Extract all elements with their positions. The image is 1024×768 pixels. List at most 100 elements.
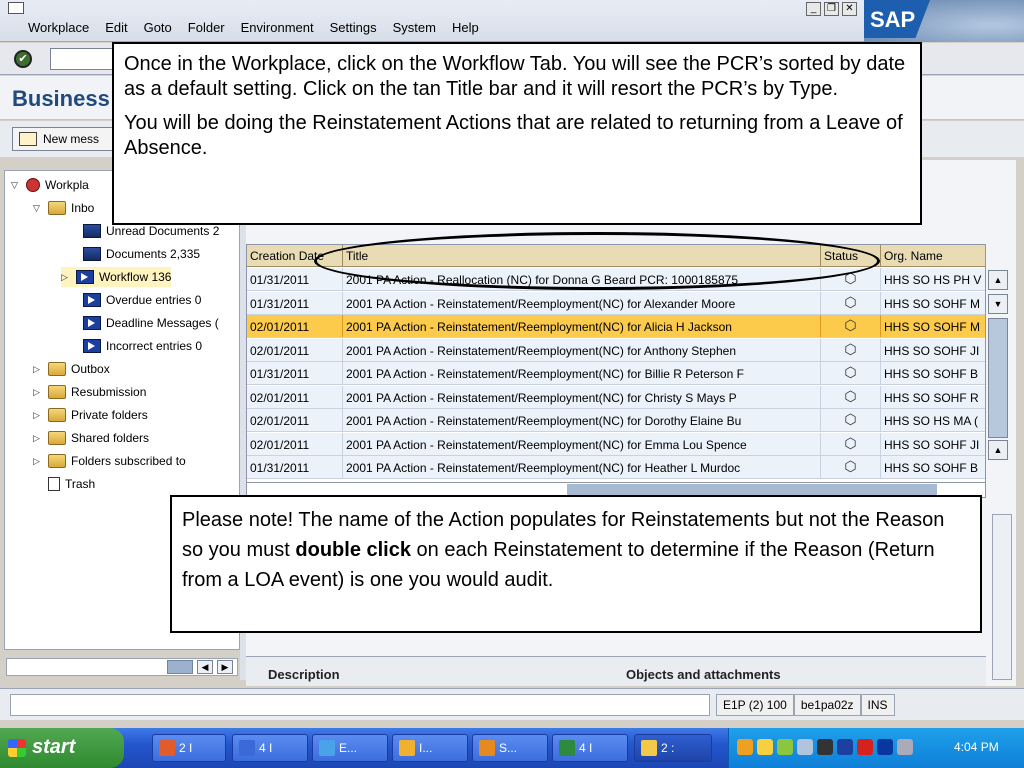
- menu-workplace[interactable]: Workplace: [28, 20, 89, 35]
- detail-vertical-scrollbar[interactable]: [992, 514, 1012, 680]
- table-row[interactable]: 02/01/2011 2001 PA Action - Reinstatement…: [247, 315, 985, 338]
- column-creation-date[interactable]: Creation Date: [247, 245, 343, 266]
- table-row[interactable]: 01/31/2011 2001 PA Action - Reallocation …: [247, 268, 985, 291]
- scroll-right-icon[interactable]: ▶: [217, 660, 233, 674]
- task-button-explorer[interactable]: 2 :: [634, 734, 712, 762]
- start-button[interactable]: start: [0, 728, 124, 768]
- cell-creation-date[interactable]: 02/01/2011: [247, 385, 343, 408]
- cell-creation-date[interactable]: 01/31/2011: [247, 291, 343, 314]
- cell-org-name[interactable]: HHS SO SOHF M: [881, 292, 985, 314]
- restore-icon[interactable]: ❐: [824, 2, 839, 16]
- cell-title[interactable]: 2001 PA Action - Reallocation (NC) for D…: [343, 268, 821, 290]
- tree-item[interactable]: ▷ Outbox: [33, 359, 110, 379]
- table-row[interactable]: 02/01/2011 2001 PA Action - Reinstatement…: [247, 385, 985, 409]
- tree-item[interactable]: ▷ Private folders: [33, 405, 148, 425]
- task-button-powerpoint[interactable]: 2 I: [152, 734, 226, 762]
- system-menu-icon[interactable]: [8, 2, 24, 14]
- cell-org-name[interactable]: HHS SO SOHF M: [881, 315, 985, 337]
- scroll-up-icon[interactable]: ▲: [988, 440, 1008, 460]
- scroll-thumb[interactable]: [167, 660, 193, 674]
- table-row[interactable]: 02/01/2011 2001 PA Action - Reinstatement…: [247, 432, 985, 456]
- cell-creation-date[interactable]: 01/31/2011: [247, 268, 343, 290]
- expander-icon[interactable]: ▷: [33, 387, 43, 398]
- tree-horizontal-scrollbar[interactable]: ◀ ▶: [6, 658, 238, 676]
- menu-system[interactable]: System: [393, 20, 436, 35]
- column-status[interactable]: Status: [821, 245, 881, 266]
- tree-item[interactable]: ▷ Workflow 136: [61, 267, 172, 287]
- tray-n-icon[interactable]: [857, 739, 873, 755]
- tree-item[interactable]: Trash: [33, 474, 95, 494]
- cell-title[interactable]: 2001 PA Action - Reinstatement/Reemploym…: [343, 362, 821, 384]
- tree-item[interactable]: ▷ Folders subscribed to: [33, 451, 186, 471]
- tray-network-icon[interactable]: [797, 739, 813, 755]
- scroll-left-icon[interactable]: ◀: [197, 660, 213, 674]
- task-button-outlook[interactable]: I...: [392, 734, 468, 762]
- table-row[interactable]: 01/31/2011 2001 PA Action - Reinstatement…: [247, 456, 985, 479]
- status-icon[interactable]: ⬡: [821, 315, 881, 337]
- menu-settings[interactable]: Settings: [330, 20, 377, 35]
- expander-icon[interactable]: ▷: [33, 410, 43, 421]
- expander-icon[interactable]: ▷: [33, 364, 43, 375]
- task-button-excel[interactable]: 4 I: [552, 734, 628, 762]
- table-row[interactable]: 01/31/2011 2001 PA Action - Reinstatement…: [247, 291, 985, 315]
- tree-item[interactable]: Incorrect entries 0: [83, 336, 202, 356]
- status-icon[interactable]: ⬡: [821, 268, 881, 290]
- cell-title[interactable]: 2001 PA Action - Reinstatement/Reemploym…: [343, 338, 821, 361]
- cell-org-name[interactable]: HHS SO HS PH V: [881, 268, 985, 290]
- cell-creation-date[interactable]: 02/01/2011: [247, 432, 343, 455]
- tree-item[interactable]: ▽ Inbo: [33, 198, 94, 218]
- cell-creation-date[interactable]: 02/01/2011: [247, 409, 343, 431]
- cell-org-name[interactable]: HHS SO SOHF JI: [881, 339, 985, 361]
- enter-check-icon[interactable]: ✔: [14, 50, 32, 68]
- tray-folder-icon[interactable]: [757, 739, 773, 755]
- cell-org-name[interactable]: HHS SO SOHF JI: [881, 433, 985, 455]
- status-icon[interactable]: ⬡: [821, 338, 881, 361]
- table-row[interactable]: 02/01/2011 2001 PA Action - Reinstatement…: [247, 338, 985, 362]
- task-button-browser[interactable]: E...: [312, 734, 388, 762]
- tray-clock-icon[interactable]: [737, 739, 753, 755]
- status-icon[interactable]: ⬡: [821, 385, 881, 408]
- new-message-button[interactable]: New mess: [12, 127, 116, 151]
- task-button-app[interactable]: S...: [472, 734, 548, 762]
- cell-title[interactable]: 2001 PA Action - Reinstatement/Reemploym…: [343, 291, 821, 314]
- cell-title[interactable]: 2001 PA Action - Reinstatement/Reemploym…: [343, 432, 821, 455]
- command-field[interactable]: [50, 48, 120, 70]
- tray-play-icon[interactable]: [877, 739, 893, 755]
- tray-users-icon[interactable]: [817, 739, 833, 755]
- menu-folder[interactable]: Folder: [188, 20, 225, 35]
- menu-environment[interactable]: Environment: [241, 20, 314, 35]
- expander-icon[interactable]: ▷: [33, 433, 43, 444]
- scroll-thumb[interactable]: [988, 318, 1008, 438]
- close-icon[interactable]: ✕: [842, 2, 857, 16]
- column-title[interactable]: Title: [343, 245, 821, 266]
- cell-org-name[interactable]: HHS SO SOHF B: [881, 362, 985, 384]
- cell-creation-date[interactable]: 01/31/2011: [247, 362, 343, 384]
- tray-app-icon[interactable]: [777, 739, 793, 755]
- expander-icon[interactable]: ▽: [33, 203, 43, 214]
- status-icon[interactable]: ⬡: [821, 409, 881, 431]
- scroll-up-icon[interactable]: ▲: [988, 270, 1008, 290]
- minimize-icon[interactable]: _: [806, 2, 821, 16]
- cell-creation-date[interactable]: 02/01/2011: [247, 315, 343, 337]
- tree-item[interactable]: ▷ Resubmission: [33, 382, 146, 402]
- menu-goto[interactable]: Goto: [144, 20, 172, 35]
- status-icon[interactable]: ⬡: [821, 291, 881, 314]
- tree-item[interactable]: Overdue entries 0: [83, 290, 201, 310]
- menu-help[interactable]: Help: [452, 20, 479, 35]
- cell-title[interactable]: 2001 PA Action - Reinstatement/Reemploym…: [343, 409, 821, 431]
- task-button-word[interactable]: 4 I: [232, 734, 308, 762]
- tree-item[interactable]: Deadline Messages (: [83, 313, 219, 333]
- cell-title[interactable]: 2001 PA Action - Reinstatement/Reemploym…: [343, 456, 821, 478]
- grid-vertical-scrollbar[interactable]: ▲ ▼ ▲: [988, 270, 1008, 470]
- cell-org-name[interactable]: HHS SO SOHF B: [881, 456, 985, 478]
- status-icon[interactable]: ⬡: [821, 456, 881, 478]
- expander-icon[interactable]: ▷: [33, 456, 43, 467]
- tray-monitor-icon[interactable]: [837, 739, 853, 755]
- cell-creation-date[interactable]: 01/31/2011: [247, 456, 343, 478]
- cell-org-name[interactable]: HHS SO SOHF R: [881, 386, 985, 408]
- column-org-name[interactable]: Org. Name: [881, 245, 985, 266]
- cell-org-name[interactable]: HHS SO HS MA (: [881, 409, 985, 431]
- table-row[interactable]: 02/01/2011 2001 PA Action - Reinstatement…: [247, 409, 985, 432]
- expander-icon[interactable]: ▽: [11, 180, 21, 191]
- menu-edit[interactable]: Edit: [105, 20, 127, 35]
